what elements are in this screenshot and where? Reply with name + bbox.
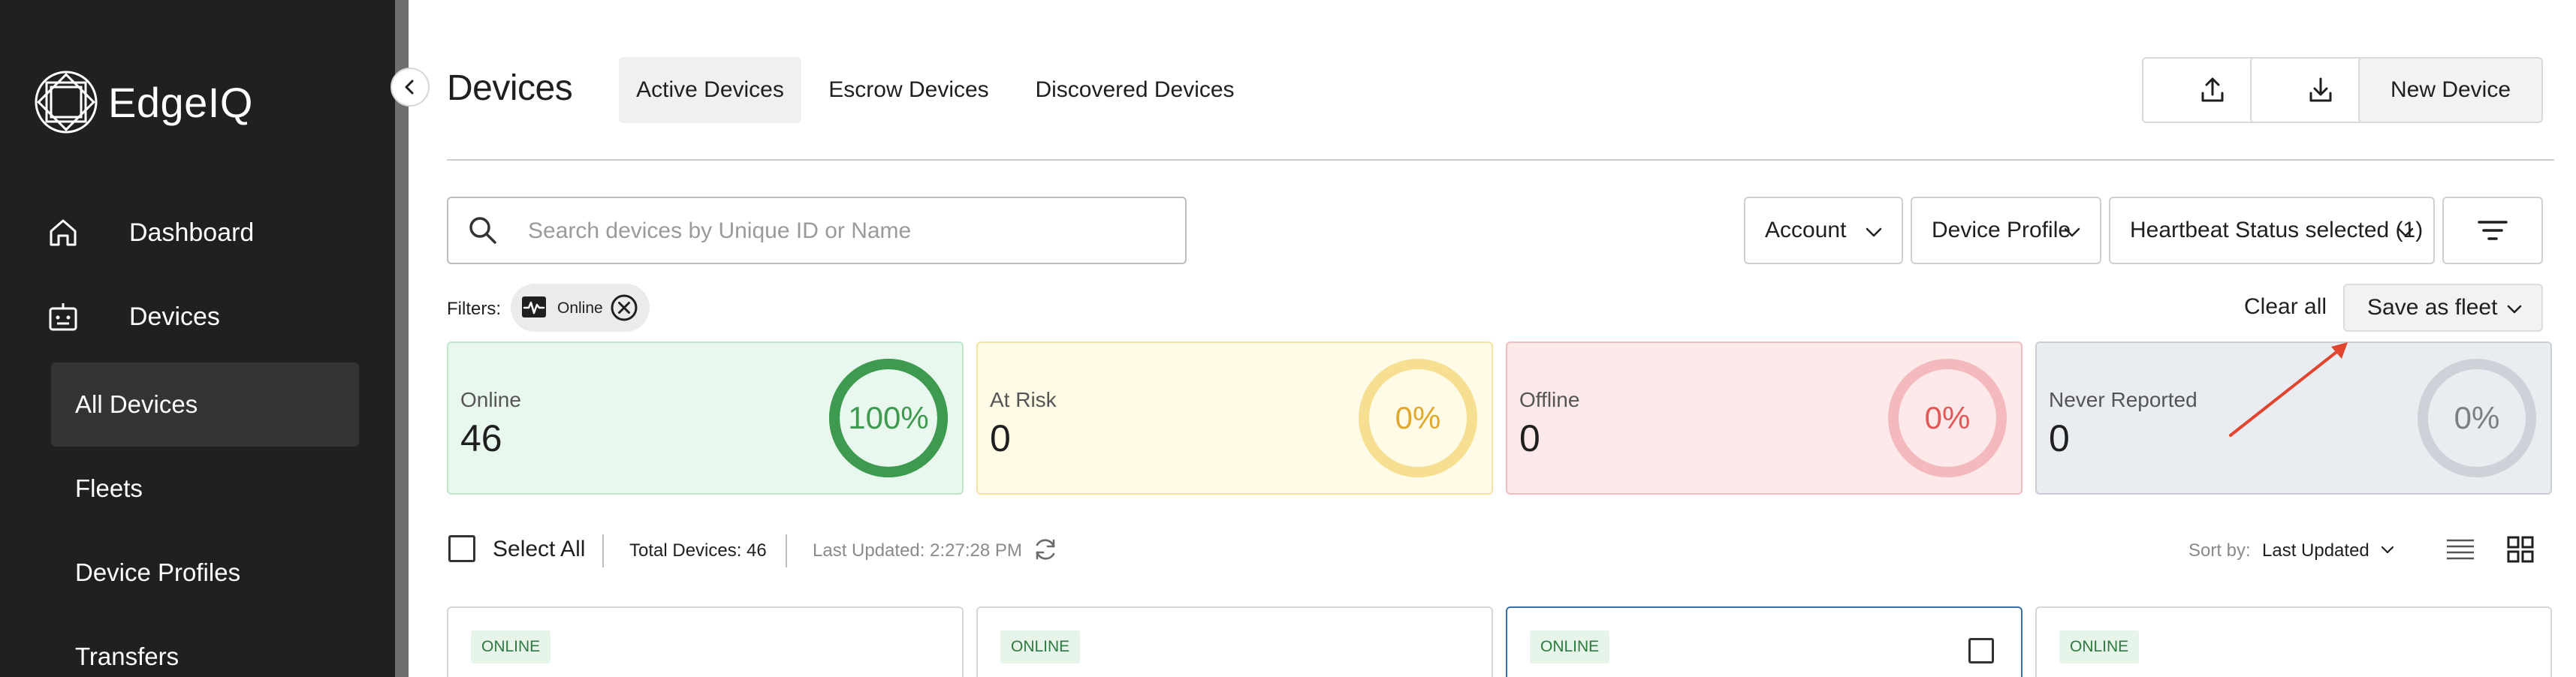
download-icon	[2309, 77, 2332, 102]
device-card[interactable]: ONLINE	[447, 606, 964, 677]
toolbar-separator	[602, 534, 604, 567]
sidebar: EdgeIQ Dashboard Devices All Devices Fle…	[0, 0, 395, 677]
filter-chip-label: Online	[557, 299, 603, 317]
sidebar-item-device-profiles[interactable]: Device Profiles	[51, 531, 359, 615]
status-badge: ONLINE	[471, 630, 551, 663]
stat-label: Never Reported	[2049, 388, 2197, 411]
save-as-fleet-button[interactable]: Save as fleet	[2343, 284, 2543, 332]
select-all-label[interactable]: Select All	[493, 537, 585, 562]
sidebar-item-label: Dashboard	[129, 218, 255, 247]
stat-value: 0	[1519, 417, 1540, 459]
clear-all-button[interactable]: Clear all	[2244, 294, 2327, 320]
last-updated-time: Last Updated: 2:27:28 PM	[813, 540, 1022, 561]
stat-percent: 100%	[848, 400, 929, 435]
sidebar-item-all-devices[interactable]: All Devices	[51, 363, 359, 447]
heartbeat-status-dropdown[interactable]: Heartbeat Status selected (1)	[2109, 197, 2435, 264]
dropdown-label: Device Profile	[1932, 218, 2071, 242]
device-card[interactable]: ONLINE	[976, 606, 1493, 677]
filter-button[interactable]	[2442, 197, 2543, 264]
chevron-left-icon	[405, 80, 414, 95]
stat-card-offline[interactable]: Offline 0 0%	[1506, 342, 2022, 495]
select-all-checkbox[interactable]	[448, 535, 475, 562]
device-card[interactable]: ONLINE	[2035, 606, 2552, 677]
filter-icon	[2478, 221, 2508, 240]
sort-label: Sort by:	[2188, 540, 2251, 561]
edgeiq-logo-icon	[35, 71, 98, 134]
total-devices-count: Total Devices: 46	[629, 540, 767, 561]
sort-dropdown[interactable]: Last Updated	[2262, 540, 2369, 561]
sidebar-item-fleets[interactable]: Fleets	[51, 447, 359, 531]
status-badge: ONLINE	[2059, 630, 2140, 663]
chevron-down-icon	[2507, 305, 2522, 314]
chevron-down-icon	[2397, 227, 2414, 237]
header-divider	[447, 159, 2554, 161]
remove-filter-icon[interactable]	[610, 293, 638, 322]
new-device-label: New Device	[2390, 77, 2511, 102]
chevron-down-icon	[1866, 227, 1882, 237]
sidebar-item-label: Fleets	[75, 474, 143, 502]
device-profile-dropdown[interactable]: Device Profile	[1911, 197, 2101, 264]
tab-label: Active Devices	[636, 77, 784, 102]
tab-label: Discovered Devices	[1035, 77, 1235, 102]
sidebar-item-transfers[interactable]: Transfers	[51, 615, 359, 677]
stat-value: 46	[460, 417, 502, 459]
tab-active-devices[interactable]: Active Devices	[619, 57, 801, 123]
tab-discovered-devices[interactable]: Discovered Devices	[1026, 57, 1244, 123]
collapse-sidebar-button[interactable]	[391, 68, 430, 107]
sidebar-item-label: Devices	[129, 302, 220, 331]
app-name: EdgeIQ	[108, 78, 253, 126]
toolbar-separator	[786, 534, 787, 567]
sidebar-item-label: All Devices	[75, 390, 198, 418]
list-view-icon[interactable]	[2445, 536, 2475, 563]
sidebar-item-label: Transfers	[75, 642, 179, 670]
dropdown-label: Account	[1765, 218, 1847, 242]
stat-percent: 0%	[2454, 400, 2500, 435]
device-select-checkbox[interactable]	[1968, 638, 1994, 663]
chevron-down-icon[interactable]	[2379, 542, 2396, 558]
logo[interactable]: EdgeIQ	[33, 69, 253, 135]
grid-view-icon[interactable]	[2505, 534, 2535, 564]
search-icon	[469, 217, 496, 244]
sidebar-item-dashboard[interactable]: Dashboard	[0, 210, 395, 255]
stat-label: At Risk	[990, 388, 1057, 411]
sidebar-item-label: Device Profiles	[75, 558, 241, 586]
search-box[interactable]	[447, 197, 1187, 264]
dropdown-label: Heartbeat Status selected (1)	[2130, 218, 2424, 242]
device-card[interactable]: ONLINE	[1506, 606, 2022, 677]
chevron-down-icon	[2064, 227, 2080, 237]
page-title: Devices	[447, 68, 573, 108]
stat-label: Online	[460, 388, 521, 411]
save-as-fleet-label: Save as fleet	[2367, 295, 2498, 320]
stat-value: 0	[990, 417, 1011, 459]
filters-label: Filters:	[447, 299, 501, 319]
stat-percent: 0%	[1924, 400, 1971, 435]
refresh-icon[interactable]	[1032, 536, 1059, 563]
home-icon	[50, 219, 77, 246]
search-input[interactable]	[528, 213, 1166, 249]
status-badge: ONLINE	[1530, 630, 1610, 663]
stat-value: 0	[2049, 417, 2070, 459]
tab-label: Escrow Devices	[828, 77, 989, 102]
sidebar-item-devices[interactable]: Devices	[0, 294, 395, 339]
stat-label: Offline	[1519, 388, 1580, 411]
upload-icon	[2201, 77, 2224, 102]
stat-card-online[interactable]: Online 46 100%	[447, 342, 964, 495]
new-device-button[interactable]: New Device	[2358, 57, 2543, 123]
account-dropdown[interactable]: Account	[1744, 197, 1903, 264]
annotation-arrow-icon	[2229, 342, 2348, 437]
status-badge: ONLINE	[1000, 630, 1081, 663]
stat-card-at-risk[interactable]: At Risk 0 0%	[976, 342, 1493, 495]
heartbeat-icon	[522, 296, 546, 317]
stat-percent: 0%	[1395, 400, 1441, 435]
tab-escrow-devices[interactable]: Escrow Devices	[822, 57, 996, 123]
device-icon	[49, 303, 77, 331]
filter-chip-online: Online	[511, 284, 650, 332]
